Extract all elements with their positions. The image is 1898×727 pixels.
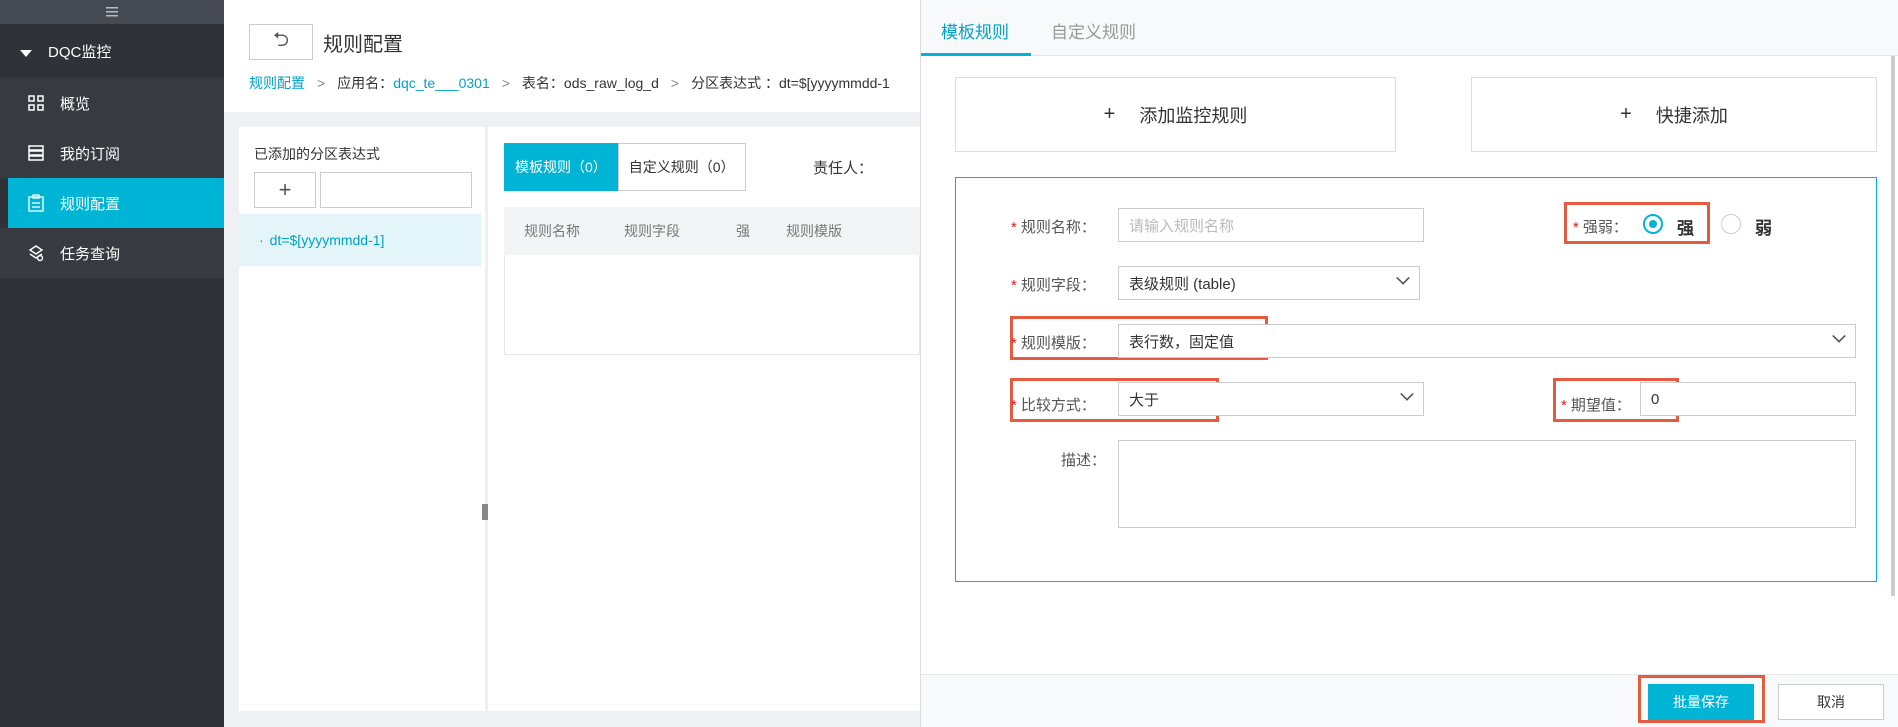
rule-name-input[interactable]: 请输入规则名称	[1118, 208, 1424, 242]
compare-label: * 比较方式：	[1011, 397, 1096, 414]
plus-icon: +	[1620, 103, 1632, 125]
plus-icon: +	[1103, 103, 1116, 125]
clipboard-icon	[26, 193, 46, 213]
strength-strong-label: 强	[1677, 219, 1694, 238]
sidebar-item-label: 任务查询	[60, 245, 121, 263]
breadcrumb-app-value[interactable]: dqc_te___0301	[393, 75, 490, 91]
tab-template-rules[interactable]: 模板规则（0）	[504, 143, 618, 191]
chevron-down-icon	[1396, 271, 1410, 285]
compare-value: 大于	[1129, 391, 1160, 409]
breadcrumb-root-link[interactable]: 规则配置	[249, 73, 305, 93]
rule-name-label: * 规则名称：	[1011, 219, 1096, 236]
chevron-down-icon	[1832, 329, 1846, 343]
rules-panel: 模板规则（0） 自定义规则（0） 责任人： 规则名称 规则字段 强 规则模版	[488, 127, 920, 711]
add-monitor-rule-button[interactable]: + 添加监控规则	[955, 77, 1396, 152]
strength-label: * 强弱：	[1573, 219, 1628, 236]
column-header: 规则字段	[624, 223, 680, 239]
add-partition-button[interactable]: +	[254, 172, 316, 208]
breadcrumb: 规则配置 > 应用名： dqc_te___0301 > 表名： ods_raw_…	[249, 73, 890, 93]
expected-input[interactable]: 0	[1640, 382, 1856, 416]
grid-icon	[26, 93, 46, 113]
rule-field-label: * 规则字段：	[1011, 277, 1096, 294]
sidebar-item-subscriptions[interactable]: 我的订阅	[0, 128, 224, 178]
quick-add-label: 快捷添加	[1655, 105, 1728, 126]
sidebar-item-label: 规则配置	[60, 195, 121, 213]
column-header: 规则名称	[524, 223, 580, 239]
strength-weak-label: 弱	[1755, 219, 1772, 238]
bullet-icon: ·	[259, 232, 264, 248]
scrollbar[interactable]	[1891, 56, 1895, 596]
search-task-icon	[26, 243, 46, 263]
breadcrumb-table-label: 表名：	[521, 75, 564, 91]
chevron-right-icon: >	[317, 75, 326, 91]
sidebar-group-label: DQC监控	[48, 43, 112, 61]
tab-custom-rules[interactable]: 自定义规则（0）	[617, 143, 746, 191]
partition-item-label: dt=$[yyyymmdd-1]	[269, 232, 385, 248]
rules-table-header: 规则名称 规则字段 强 规则模版	[504, 207, 920, 255]
rules-tabs: 模板规则（0） 自定义规则（0）	[504, 143, 746, 191]
active-tab-indicator	[921, 53, 1031, 56]
main-area: ⮌ 规则配置 规则配置 > 应用名： dqc_te___0301 > 表名： o…	[224, 0, 920, 727]
rule-template-value: 表行数，固定值	[1129, 333, 1235, 351]
breadcrumb-table-value: ods_raw_log_d	[563, 75, 659, 91]
add-monitor-rule-label: 添加监控规则	[1139, 105, 1248, 126]
description-label: 描述：	[1061, 452, 1107, 469]
owner-label: 责任人：	[813, 160, 874, 177]
rules-table-body	[504, 255, 920, 355]
rule-field-select[interactable]: 表级规则 (table)	[1118, 266, 1420, 300]
description-textarea[interactable]	[1118, 440, 1856, 528]
back-button[interactable]: ⮌	[249, 24, 313, 60]
plus-icon: +	[278, 177, 292, 202]
sidebar-item-label: 概览	[60, 95, 91, 113]
quick-add-button[interactable]: + 快捷添加	[1471, 77, 1877, 152]
strength-strong-radio[interactable]	[1643, 214, 1663, 234]
partition-panel: 已添加的分区表达式 + · dt=$[yyyymmdd-1]	[239, 127, 485, 711]
chevron-right-icon: >	[501, 75, 510, 91]
breadcrumb-partition-label: 分区表达式 ：	[691, 75, 779, 91]
rule-form: * 规则名称： 请输入规则名称 * 强弱： 强 弱 * 规则字段： 表级规则 (tab…	[955, 177, 1877, 582]
rule-template-select[interactable]: 表行数，固定值	[1118, 324, 1856, 358]
chevron-down-icon	[1400, 387, 1414, 401]
partition-list-item[interactable]: · dt=$[yyyymmdd-1]	[239, 214, 481, 266]
cancel-button[interactable]: 取消	[1778, 684, 1884, 720]
partition-input[interactable]	[320, 172, 472, 208]
column-header: 规则模版	[786, 223, 842, 239]
caret-down-icon	[20, 49, 32, 57]
breadcrumb-partition-value: dt=$[yyyymmdd-1	[778, 75, 890, 91]
breadcrumb-app-label: 应用名：	[337, 75, 394, 91]
partition-panel-title: 已添加的分区表达式	[254, 146, 380, 162]
rule-config-drawer: 模板规则 自定义规则 + 添加监控规则 + 快捷添加 * 规则名称： 请输入规则名…	[920, 0, 1898, 727]
sidebar-item-overview[interactable]: 概览	[0, 78, 224, 128]
sidebar-item-task-query[interactable]: 任务查询	[0, 228, 224, 278]
sidebar: DQC监控 概览 我的订阅 规则配置 任务查询	[0, 0, 224, 727]
database-icon	[26, 143, 46, 163]
expected-label: * 期望值：	[1561, 397, 1631, 414]
sidebar-item-rule-config[interactable]: 规则配置	[8, 178, 224, 228]
drawer-tabbar: 模板规则 自定义规则	[921, 0, 1898, 56]
tab-template-rule[interactable]: 模板规则	[941, 18, 1009, 43]
sidebar-item-label: 我的订阅	[60, 145, 121, 163]
column-header: 强	[736, 223, 750, 239]
back-arrow-icon: ⮌	[272, 29, 290, 51]
batch-save-button[interactable]: 批量保存	[1648, 684, 1754, 720]
sidebar-group-dqc[interactable]: DQC监控	[0, 24, 224, 78]
strength-weak-radio[interactable]	[1721, 214, 1741, 234]
page-header: ⮌ 规则配置 规则配置 > 应用名： dqc_te___0301 > 表名： o…	[224, 0, 920, 112]
chevron-right-icon: >	[670, 75, 680, 91]
page-title: 规则配置	[323, 34, 403, 56]
rule-field-value: 表级规则 (table)	[1129, 275, 1236, 293]
collapse-menu-icon[interactable]	[0, 0, 224, 24]
tab-custom-rule[interactable]: 自定义规则	[1051, 18, 1136, 43]
compare-select[interactable]: 大于	[1118, 382, 1424, 416]
rule-template-label: * 规则模版：	[1011, 335, 1096, 352]
